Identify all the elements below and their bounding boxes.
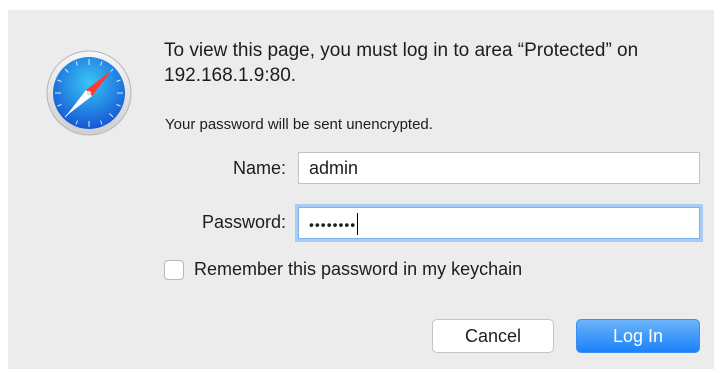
- name-field[interactable]: admin: [298, 152, 700, 184]
- unencrypted-warning: Your password will be sent unencrypted.: [165, 116, 433, 133]
- remember-label[interactable]: Remember this password in my keychain: [194, 259, 522, 280]
- cancel-button[interactable]: Cancel: [432, 319, 554, 353]
- name-label: Name:: [232, 158, 286, 178]
- remember-checkbox[interactable]: [164, 260, 184, 280]
- safari-compass-icon: [46, 50, 132, 136]
- dialog-message: To view this page, you must log in to ar…: [164, 40, 639, 86]
- auth-dialog: To view this page, you must log in to ar…: [8, 10, 714, 369]
- name-field-value: admin: [309, 158, 359, 178]
- text-caret: [357, 213, 359, 236]
- password-label: Password:: [201, 212, 286, 232]
- password-field-value: ••••••••: [309, 216, 357, 233]
- password-field[interactable]: ••••••••: [298, 207, 700, 239]
- login-button[interactable]: Log In: [576, 319, 700, 353]
